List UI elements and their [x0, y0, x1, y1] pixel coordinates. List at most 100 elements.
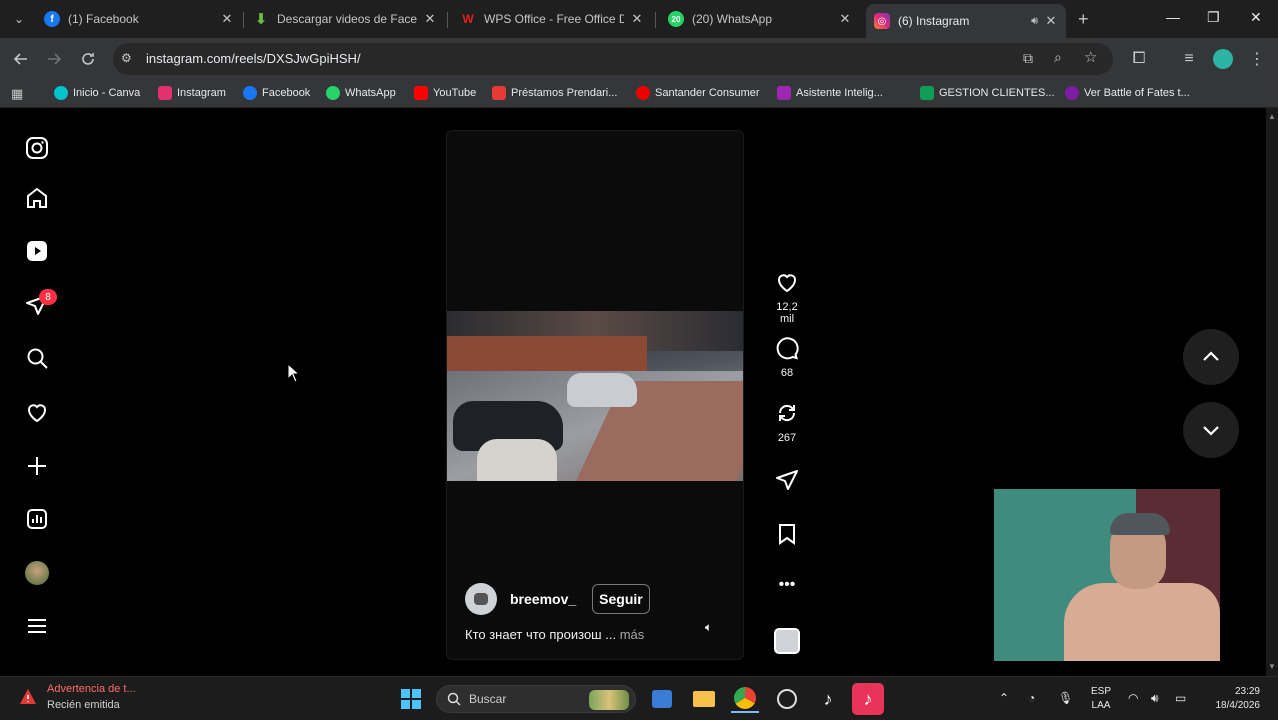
save-action[interactable]: [770, 522, 804, 551]
bookmark-asistente[interactable]: Asistente Intelig...: [777, 86, 883, 100]
browser-toolbar: ⚙ instagram.com/reels/DXSJwGpiHSH/ ⧉ ⌕ ☆…: [0, 38, 1278, 80]
more-menu-icon[interactable]: [24, 613, 50, 639]
tiktok-taskbar-icon[interactable]: ♪: [814, 685, 842, 713]
bookmark-canva[interactable]: Inicio - Canva: [54, 86, 140, 100]
bookmark-label: WhatsApp: [345, 87, 396, 99]
bookmark-label: Préstamos Prendari...: [511, 87, 618, 99]
reel-video[interactable]: [447, 311, 743, 481]
language-indicator[interactable]: ESP LAA: [1091, 685, 1111, 713]
chrome-menu-icon[interactable]: ⋮: [1246, 48, 1268, 70]
back-icon[interactable]: [10, 48, 32, 70]
author-username[interactable]: breemov_: [510, 591, 576, 607]
chevron-up-icon: [1203, 351, 1219, 361]
bookmark-label: Instagram: [177, 87, 226, 99]
tray-app-icon[interactable]: ◔: [1028, 691, 1035, 705]
audio-icon[interactable]: 🔈︎: [705, 620, 712, 635]
repost-icon[interactable]: [775, 401, 799, 425]
forward-icon[interactable]: [43, 48, 65, 70]
task-view-icon[interactable]: [648, 685, 676, 713]
more-link[interactable]: más: [620, 627, 645, 642]
notifications-heart-icon[interactable]: [24, 399, 50, 425]
bookmark-santander[interactable]: Santander Consumer: [636, 86, 760, 100]
more-options-icon[interactable]: •••: [770, 576, 804, 594]
bookmark-gestion-clientes[interactable]: GESTION CLIENTES...: [920, 86, 1055, 100]
previous-reel-button[interactable]: [1183, 329, 1239, 385]
close-icon[interactable]: ✕: [630, 11, 644, 27]
microphone-icon[interactable]: 🎙︎: [1058, 691, 1073, 705]
follow-button[interactable]: Seguir: [592, 584, 650, 614]
scroll-up-icon[interactable]: ▲: [1268, 112, 1276, 121]
bookmark-instagram[interactable]: Instagram: [158, 86, 226, 100]
home-icon[interactable]: [24, 185, 50, 211]
tab-search-chevron-icon[interactable]: ⌄: [8, 8, 30, 30]
file-explorer-icon[interactable]: [690, 685, 718, 713]
bookmark-star-icon[interactable]: ☆: [1084, 48, 1097, 66]
restore-icon[interactable]: ❐: [1207, 9, 1220, 26]
site-info-icon[interactable]: ⚙: [121, 51, 132, 65]
tab-title: WPS Office - Free Office Do: [484, 12, 624, 26]
tab-descargar[interactable]: ⬇ Descargar videos de Facebo ✕: [245, 4, 445, 34]
reels-icon[interactable]: [24, 238, 50, 264]
battery-icon[interactable]: ▭: [1175, 691, 1186, 705]
extensions-icon[interactable]: ⧠: [1128, 48, 1150, 70]
bookmark-prestamos[interactable]: Préstamos Prendari...: [492, 86, 617, 100]
warning-icon[interactable]: [18, 687, 38, 707]
tab-facebook[interactable]: f (1) Facebook ✕: [36, 4, 242, 34]
instagram-logo-icon[interactable]: [24, 135, 50, 161]
media-control-icon[interactable]: ≡: [1178, 48, 1200, 70]
share-icon[interactable]: [775, 468, 799, 492]
install-app-icon[interactable]: ⧉: [1023, 50, 1033, 67]
bookmark-youtube[interactable]: YouTube: [414, 86, 476, 100]
bookmark-label: Facebook: [262, 87, 311, 99]
like-action[interactable]: 12,2 mil: [770, 270, 804, 325]
close-icon[interactable]: ✕: [423, 11, 437, 27]
like-heart-icon[interactable]: [775, 270, 799, 294]
tab-whatsapp[interactable]: 20 (20) WhatsApp ✕: [660, 4, 860, 34]
next-reel-button[interactable]: [1183, 402, 1239, 458]
profile-avatar[interactable]: [24, 560, 50, 586]
bookmark-battle-of-fates[interactable]: Ver Battle of Fates t...: [1065, 86, 1190, 100]
speaker-icon[interactable]: 🔊︎: [1031, 15, 1038, 28]
new-tab-icon[interactable]: +: [1078, 9, 1089, 30]
tab-instagram[interactable]: ◎ (6) Instagram 🔊︎ ✕: [866, 4, 1066, 38]
tab-wps-office[interactable]: W WPS Office - Free Office Do ✕: [452, 4, 652, 34]
wifi-icon[interactable]: ◠: [1128, 691, 1138, 705]
scroll-down-icon[interactable]: ▼: [1268, 662, 1276, 671]
comment-icon[interactable]: [775, 336, 799, 360]
repost-count: 267: [777, 432, 797, 444]
volume-icon[interactable]: 🔊︎: [1151, 691, 1159, 706]
comment-action[interactable]: 68: [770, 336, 804, 379]
close-window-icon[interactable]: ✕: [1250, 9, 1262, 26]
create-plus-icon[interactable]: [24, 453, 50, 479]
page-scrollbar[interactable]: ▲ ▼: [1266, 108, 1278, 676]
close-icon[interactable]: ✕: [838, 11, 852, 27]
minimize-icon[interactable]: —: [1166, 9, 1180, 25]
taskbar-clock[interactable]: 23:29 18/4/2026: [1204, 685, 1261, 713]
repost-action[interactable]: 267: [770, 401, 804, 444]
close-icon[interactable]: ✕: [220, 11, 234, 27]
bookmark-whatsapp[interactable]: WhatsApp: [326, 86, 396, 100]
reload-icon[interactable]: [77, 48, 99, 70]
share-action[interactable]: [770, 468, 804, 497]
reel-player[interactable]: breemov_ Seguir Кто знает что произош ..…: [446, 130, 744, 660]
whatsapp-icon: 20: [668, 11, 684, 27]
notification-title[interactable]: Advertencia de t...: [47, 683, 136, 695]
apps-grid-icon[interactable]: ▦: [11, 86, 23, 102]
profile-avatar-icon[interactable]: [1212, 48, 1234, 70]
author-avatar[interactable]: [465, 583, 497, 615]
tray-overflow-icon[interactable]: ⌃: [999, 691, 1009, 705]
dashboard-icon[interactable]: [24, 506, 50, 532]
url-text[interactable]: instagram.com/reels/DXSJwGpiHSH/: [146, 51, 361, 66]
close-icon[interactable]: ✕: [1044, 13, 1058, 29]
app-taskbar-icon[interactable]: [773, 685, 801, 713]
taskbar-search[interactable]: Buscar: [436, 685, 636, 713]
windows-start-icon[interactable]: [397, 685, 425, 713]
tiktok-app-icon[interactable]: ♪: [852, 683, 884, 715]
audio-thumbnail[interactable]: [770, 628, 804, 659]
zoom-icon[interactable]: ⌕: [1054, 49, 1062, 66]
bookmark-icon[interactable]: [775, 522, 799, 546]
bookmark-facebook[interactable]: Facebook: [243, 86, 310, 100]
chrome-taskbar-icon[interactable]: [731, 685, 759, 713]
address-bar[interactable]: ⚙ instagram.com/reels/DXSJwGpiHSH/ ⧉ ⌕ ☆: [113, 43, 1113, 75]
search-icon[interactable]: [24, 345, 50, 371]
